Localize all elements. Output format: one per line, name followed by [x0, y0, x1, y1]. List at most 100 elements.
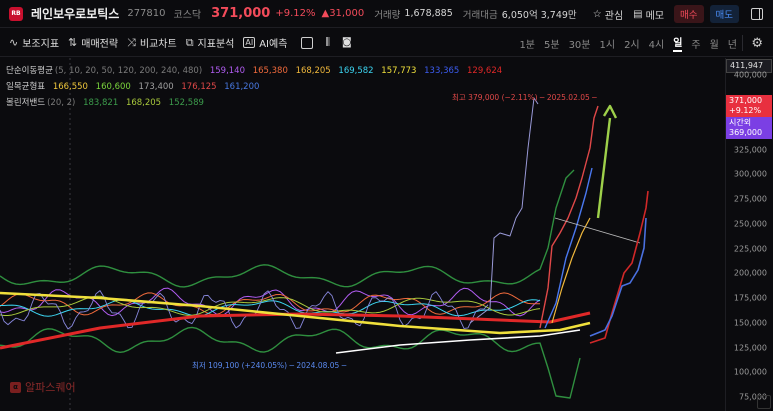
sma-value-4: 169,582: [338, 66, 374, 76]
stock-name[interactable]: 레인보우로보틱스: [31, 5, 119, 22]
high-annotation: 최고 379,000 (−2.11%) ─ 2025.02.05 ─: [452, 93, 597, 102]
watermark: α 알파스퀘어: [10, 379, 76, 395]
volume-value: 1,678,885: [404, 8, 453, 19]
sma-value-2: 165,380: [252, 66, 288, 76]
bollinger-legend[interactable]: 볼린저밴드 (20, 2) 183,821 168,205 152,589: [6, 96, 204, 108]
analysis-button[interactable]: ⧉ 지표분석: [185, 35, 235, 51]
memo-label: 메모: [645, 10, 665, 22]
amount-label: 거래대금: [462, 9, 498, 21]
amount-value: 6,050억 3,749만: [501, 9, 577, 21]
checkbox-icon[interactable]: [301, 36, 314, 49]
ai-predict-label: AI예측: [259, 39, 288, 50]
strategy-button[interactable]: ⇅ 매매전략: [68, 35, 118, 50]
ichimoku-value-1: 166,550: [52, 82, 88, 92]
axis-tick: 325,000: [733, 145, 767, 155]
axis-tick: 225,000: [733, 244, 767, 254]
current-price-tag-value: 371,000: [729, 96, 763, 105]
period-30min[interactable]: 30분: [569, 36, 591, 51]
ichimoku-value-4: 176,125: [181, 82, 217, 92]
sma-value-7: 129,624: [467, 66, 503, 76]
watermark-logo-icon: α: [10, 381, 21, 393]
period-4hour[interactable]: 4시: [649, 36, 665, 51]
sell-button[interactable]: 매도: [709, 5, 739, 23]
projection-arrow-head: [602, 104, 618, 119]
strategy-label: 매매전략: [81, 39, 119, 50]
ichimoku-value-2: 160,600: [95, 82, 131, 92]
channel-line: [554, 217, 641, 244]
compare-label: 비교차트: [139, 39, 177, 50]
period-1hour[interactable]: 1시: [600, 36, 616, 51]
axis-tick: 200,000: [733, 268, 767, 278]
toolbar-divider: [742, 35, 743, 51]
bollinger-value-3: 152,589: [168, 98, 204, 108]
star-icon: ☆: [592, 8, 602, 20]
ichimoku-value-3: 173,400: [138, 82, 174, 92]
watermark-text: 알파스퀘어: [25, 381, 76, 394]
chart-plot: [0, 97, 649, 399]
strategy-icon: ⇅: [68, 36, 78, 49]
rally-line-red: [539, 105, 599, 329]
period-month[interactable]: 월: [710, 36, 719, 51]
axis-corner-icon[interactable]: [757, 395, 771, 409]
sma-value-3: 168,205: [295, 66, 331, 76]
sma-legend[interactable]: 단순이동평균 (5, 10, 20, 50, 120, 200, 240, 480…: [6, 64, 502, 76]
sma-value-1: 159,140: [209, 66, 245, 76]
ai-icon: AI: [243, 37, 256, 48]
gear-icon[interactable]: ⚙: [751, 36, 763, 51]
ichimoku-span-b: [589, 217, 647, 337]
buy-button[interactable]: 매수: [674, 5, 704, 23]
bollinger-upper-line: [0, 169, 575, 288]
period-5min[interactable]: 5분: [544, 36, 560, 51]
low-annotation: 최저 109,100 (+240.05%) ─ 2024.08.05 ─: [192, 361, 347, 370]
indicator-label: 보조지표: [22, 39, 60, 50]
bollinger-value-1: 183,821: [83, 98, 119, 108]
period-day[interactable]: 일: [673, 34, 683, 52]
after-hours-label: 시간외: [729, 118, 752, 127]
period-week[interactable]: 주: [691, 36, 700, 51]
volume-label: 거래량: [374, 9, 401, 21]
projection-arrow: [596, 117, 612, 219]
after-hours-price: 369,000: [729, 128, 763, 137]
bollinger-legend-params: (20, 2): [47, 98, 76, 108]
indicator-icon: ∿: [9, 36, 19, 49]
chart-toolbar: ∿ 보조지표 ⇅ 매매전략 ⤨ 비교차트 ⧉ 지표분석 AI AI예측 ⫼ ◙ …: [0, 29, 773, 57]
axis-tick: 275,000: [733, 194, 767, 204]
ai-predict-button[interactable]: AI AI예측: [243, 35, 287, 50]
change-percent: +9.12%: [275, 8, 316, 19]
period-tabs: 1분 5분 30분 1시 2시 4시 일 주 월 년: [519, 29, 737, 57]
candle-type-icon[interactable]: ⫼: [325, 37, 330, 48]
ichimoku-legend[interactable]: 일목균형표 166,550 160,600 173,400 176,125 16…: [6, 80, 259, 92]
sma-legend-name: 단순이동평균: [6, 66, 53, 76]
current-price-tag: 371,000 +9.12%: [726, 95, 772, 117]
watch-button[interactable]: ☆ 관심: [593, 7, 623, 22]
axis-tick: 250,000: [733, 219, 767, 229]
sma-value-5: 157,773: [381, 66, 417, 76]
stock-code: 277810: [127, 8, 166, 19]
price-axis[interactable]: 411,947 400,000 371,000 +9.12% 시간외 369,0…: [725, 58, 773, 411]
sma-480-line: [0, 311, 591, 350]
axis-tick: 125,000: [733, 343, 767, 353]
period-1min[interactable]: 1분: [519, 36, 535, 51]
support-trendline: [335, 329, 581, 354]
panel-toggle-icon[interactable]: [751, 8, 763, 20]
memo-icon: ▤: [633, 8, 643, 20]
bollinger-value-2: 168,205: [125, 98, 162, 108]
compare-button[interactable]: ⤨ 비교차트: [127, 35, 177, 51]
axis-tick: 400,000: [733, 70, 767, 80]
period-year[interactable]: 년: [728, 36, 737, 51]
memo-button[interactable]: ▤ 메모: [633, 7, 664, 22]
ichimoku-legend-name: 일목균형표: [6, 82, 46, 92]
axis-tick: 175,000: [733, 293, 767, 303]
axis-tick: 300,000: [733, 169, 767, 179]
bollinger-legend-name: 볼린저밴드: [6, 98, 46, 108]
analysis-icon: ⧉: [185, 35, 194, 49]
sma-legend-params: (5, 10, 20, 50, 120, 200, 240, 480): [54, 66, 203, 76]
camera-icon[interactable]: ◙: [342, 37, 352, 48]
period-2hour[interactable]: 2시: [624, 36, 640, 51]
current-price-tag-pct: +9.12%: [729, 106, 762, 115]
after-hours-tag: 시간외 369,000: [726, 117, 772, 139]
axis-tick: 100,000: [733, 367, 767, 377]
indicator-button[interactable]: ∿ 보조지표: [9, 35, 59, 50]
price-chart[interactable]: [0, 58, 725, 411]
ichimoku-value-5: 161,200: [224, 82, 260, 92]
